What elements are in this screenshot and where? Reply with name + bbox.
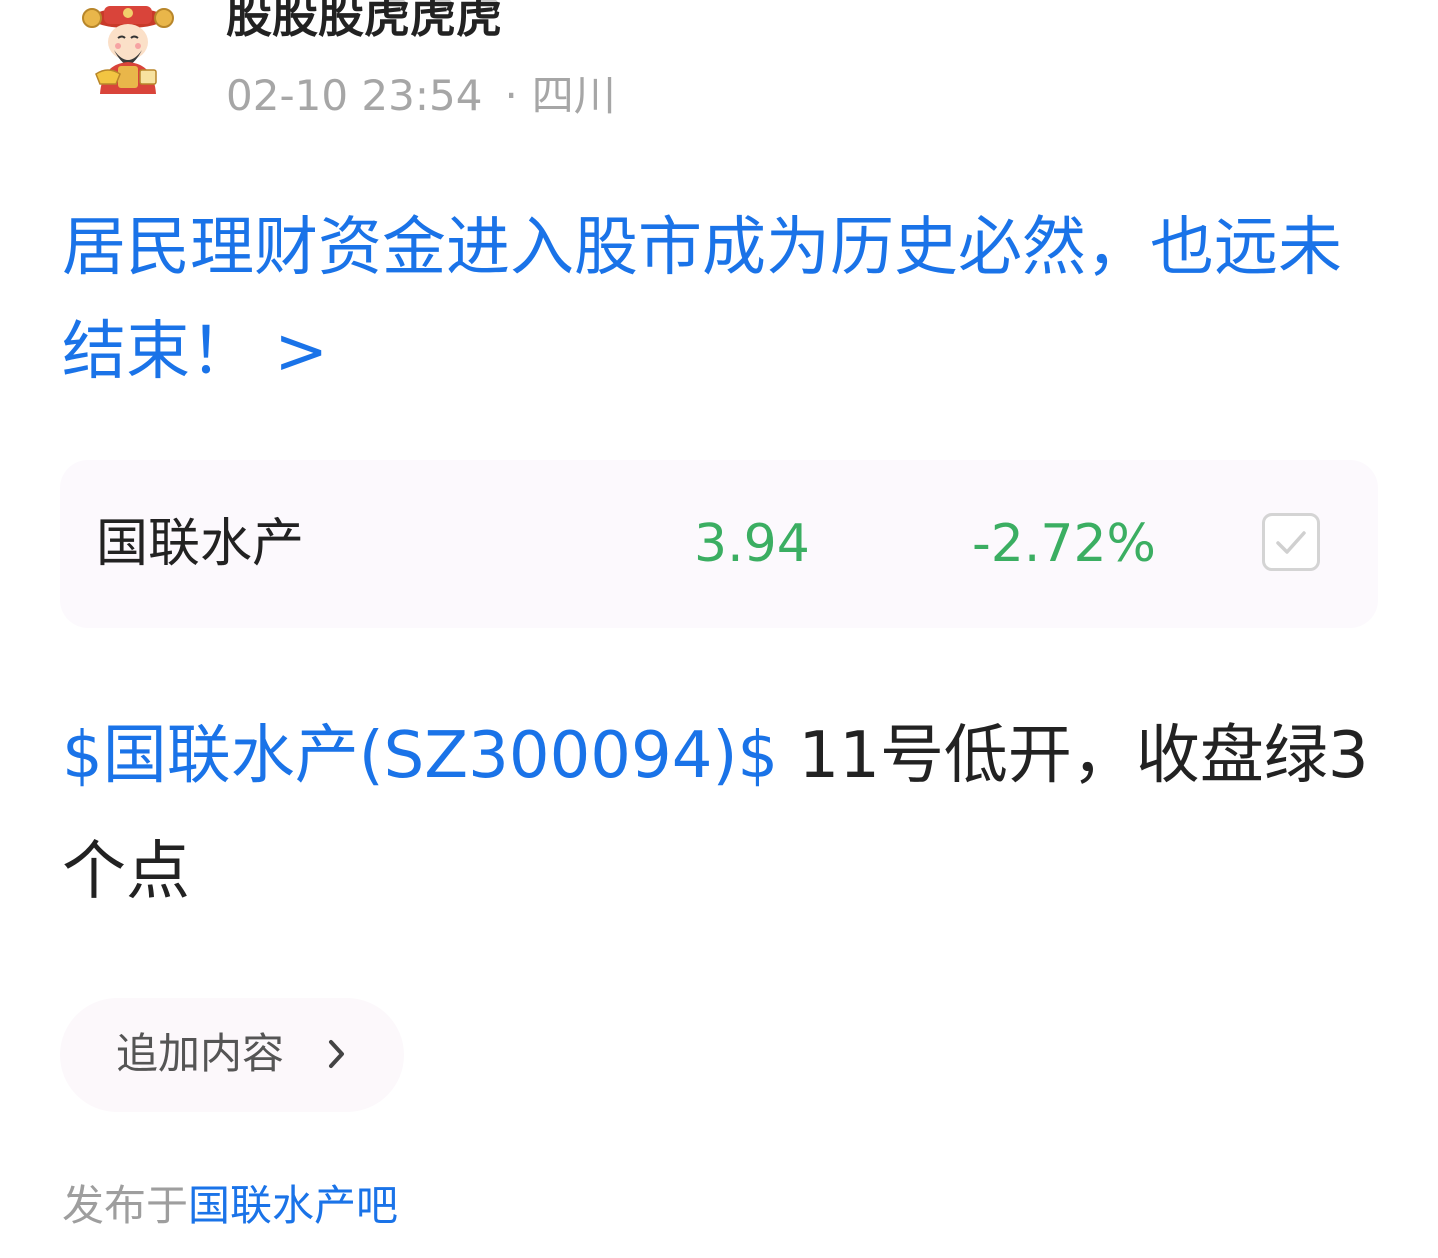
post-body: $国联水产(SZ300094)$ 11号低开，收盘绿3个点 <box>62 698 1392 930</box>
post-title-link[interactable]: 居民理财资金进入股市成为历史必然，也远未结束！ > <box>62 196 1382 404</box>
post-location: 四川 <box>531 71 616 120</box>
checkbox-checked-icon[interactable] <box>1262 513 1320 571</box>
meta-separator: · <box>504 71 518 120</box>
stock-mention-link[interactable]: $国联水产(SZ300094)$ <box>62 719 778 793</box>
post-header: 股股股虎虎虎 02-10 23:54 · 四川 <box>0 0 1438 140</box>
author-name[interactable]: 股股股虎虎虎 <box>226 0 502 46</box>
published-in: 发布于国联水产吧 <box>62 1178 398 1234</box>
chevron-right-icon <box>329 1040 344 1068</box>
forum-link[interactable]: 国联水产吧 <box>188 1181 398 1230</box>
author-avatar[interactable] <box>78 0 178 100</box>
post-date: 02-10 23:54 <box>226 71 483 120</box>
checkmark-icon <box>1276 531 1306 554</box>
god-of-wealth-avatar-icon <box>82 6 174 94</box>
append-content-button[interactable]: 追加内容 <box>60 998 404 1112</box>
post-meta: 02-10 23:54 · 四川 <box>226 68 616 124</box>
stock-change-percent: -2.72% <box>972 514 1156 574</box>
published-in-label: 发布于 <box>62 1181 189 1230</box>
stock-name: 国联水产 <box>96 514 305 574</box>
append-content-label: 追加内容 <box>116 1029 285 1078</box>
stock-price: 3.94 <box>694 514 810 574</box>
stock-card[interactable]: 国联水产 3.94 -2.72% <box>60 460 1378 628</box>
